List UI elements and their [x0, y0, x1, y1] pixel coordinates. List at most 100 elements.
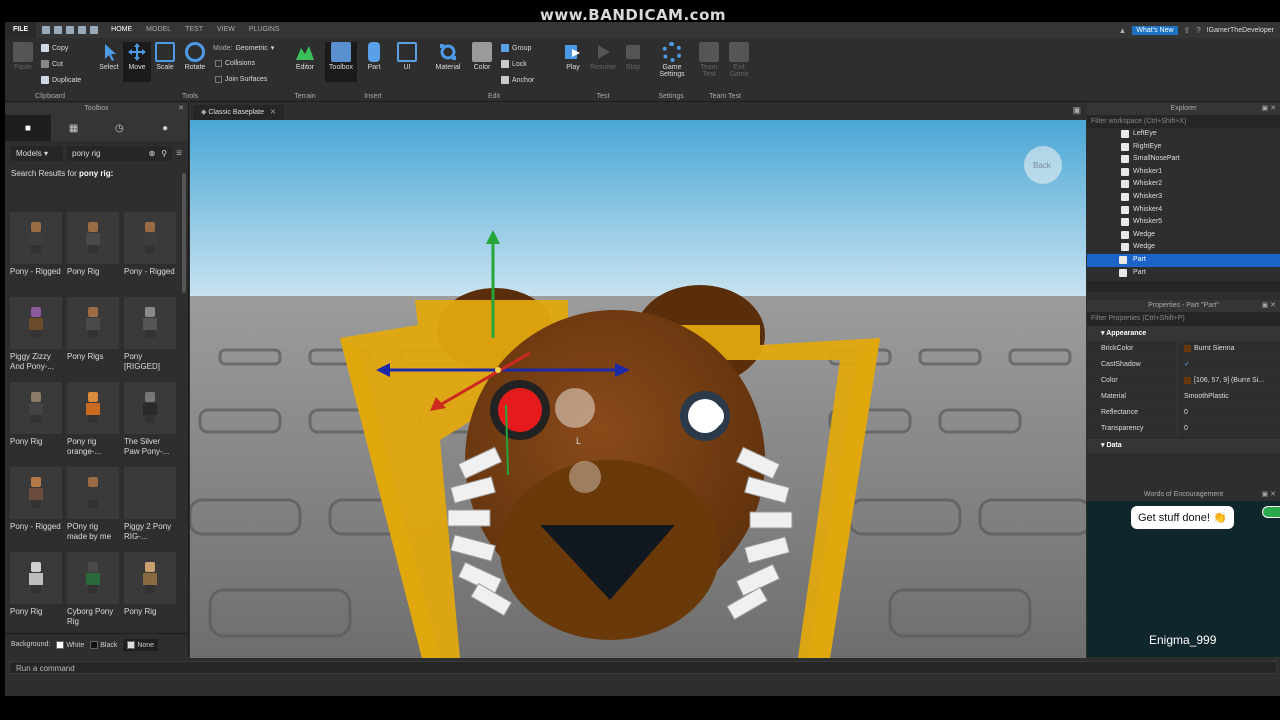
- part-button[interactable]: Part: [360, 42, 388, 71]
- castshadow-checkbox[interactable]: ✓: [1184, 357, 1190, 373]
- join-surfaces-toggle[interactable]: Join Surfaces: [215, 76, 267, 83]
- tab-creations[interactable]: ●: [142, 115, 188, 141]
- tree-item[interactable]: Whisker3: [1087, 191, 1280, 204]
- command-input[interactable]: Run a command: [9, 661, 1277, 674]
- copy-button[interactable]: Copy: [41, 44, 68, 52]
- toolbox-result-item[interactable]: Pony rig orange-...: [67, 382, 119, 467]
- exit-game-button[interactable]: Exit Game: [725, 42, 753, 78]
- run-icon[interactable]: [90, 26, 99, 34]
- toolbox-result-item[interactable]: Pony Rig: [67, 212, 119, 297]
- stop-button[interactable]: Stop: [619, 42, 647, 71]
- appearance-group[interactable]: ▾ Appearance: [1087, 325, 1280, 342]
- select-button[interactable]: Select: [95, 42, 123, 71]
- close-icon[interactable]: ✕: [178, 103, 184, 115]
- team-test-button[interactable]: Team Test: [695, 42, 723, 78]
- property-transparency[interactable]: Transparency 0: [1087, 420, 1280, 438]
- close-icon[interactable]: ✕: [270, 109, 276, 116]
- encouragement-toggle[interactable]: [1262, 506, 1280, 518]
- scale-button[interactable]: Scale: [151, 42, 179, 71]
- tree-item[interactable]: Whisker2: [1087, 178, 1280, 191]
- close-icon[interactable]: ▣ ✕: [1262, 300, 1276, 312]
- material-button[interactable]: Material: [431, 42, 465, 71]
- mode-select[interactable]: Mode: Geometric ▾: [213, 44, 274, 53]
- tree-item-part[interactable]: Part: [1087, 267, 1280, 280]
- anchor-button[interactable]: Anchor: [501, 76, 534, 84]
- clear-icon[interactable]: ⊗: [149, 149, 156, 158]
- property-color[interactable]: Color [106, 57, 9] (Burnt Si...: [1087, 372, 1280, 390]
- tree-item[interactable]: RightEye: [1087, 141, 1280, 154]
- property-material[interactable]: Material SmoothPlastic: [1087, 388, 1280, 406]
- tree-item[interactable]: Whisker5: [1087, 216, 1280, 229]
- toolbox-result-item[interactable]: Pony [RIGGED]: [124, 297, 176, 382]
- toolbox-result-item[interactable]: Pony Rig: [10, 552, 62, 637]
- toolbox-result-item[interactable]: Pony - Rigged: [124, 212, 176, 297]
- tab-plugins[interactable]: PLUGINS: [242, 22, 287, 38]
- toolbox-result-item[interactable]: Pony Rig: [10, 382, 62, 467]
- lock-button[interactable]: Lock: [501, 60, 527, 68]
- color-button[interactable]: Color: [468, 42, 496, 71]
- tree-item-part-selected[interactable]: Part: [1087, 253, 1280, 267]
- toolbox-result-item[interactable]: Pony Rig: [124, 552, 176, 637]
- group-button[interactable]: Group: [501, 44, 531, 52]
- tab-test[interactable]: TEST: [178, 22, 210, 38]
- undo-icon[interactable]: [66, 26, 75, 34]
- publish-icon[interactable]: [54, 26, 63, 34]
- move-button[interactable]: Move: [123, 42, 151, 82]
- tree-item[interactable]: Whisker1: [1087, 166, 1280, 179]
- toolbox-result-item[interactable]: The Silver Paw Pony-...: [124, 382, 176, 467]
- search-icon[interactable]: ⚲: [161, 149, 167, 158]
- back-button[interactable]: Back: [1033, 161, 1051, 170]
- whats-new-button[interactable]: What's New: [1132, 25, 1178, 35]
- ui-button[interactable]: UI: [393, 42, 421, 71]
- cut-button[interactable]: Cut: [41, 60, 63, 68]
- file-menu[interactable]: FILE: [5, 22, 37, 38]
- bg-black-option[interactable]: Black: [90, 640, 117, 649]
- terrain-editor-button[interactable]: Editor: [291, 42, 319, 71]
- help-icon[interactable]: ?: [1196, 26, 1200, 35]
- bg-none-option[interactable]: None: [123, 638, 159, 651]
- tree-item[interactable]: Wedge: [1087, 229, 1280, 242]
- tab-home[interactable]: HOME: [104, 22, 139, 38]
- redo-icon[interactable]: [78, 26, 87, 34]
- tab-view[interactable]: VIEW: [210, 22, 242, 38]
- toolbox-result-item[interactable]: Pony - Rigged: [10, 467, 62, 552]
- property-brickcolor[interactable]: BrickColor Burnt Sienna: [1087, 340, 1280, 358]
- explorer-h-scrollbar[interactable]: [1087, 281, 1280, 293]
- rotate-button[interactable]: Rotate: [181, 42, 209, 71]
- close-icon[interactable]: ▣ ✕: [1262, 489, 1276, 501]
- toolbox-scrollbar[interactable]: [182, 173, 186, 293]
- category-select[interactable]: Models ▾: [11, 145, 63, 161]
- tab-inventory[interactable]: ▦: [51, 115, 97, 141]
- resume-button[interactable]: Resume: [589, 42, 617, 71]
- tab-recent[interactable]: ◷: [97, 115, 143, 141]
- collapse-ribbon-icon[interactable]: ▲: [1118, 26, 1126, 35]
- toolbox-search-input[interactable]: pony rig ⊗ ⚲: [67, 145, 173, 161]
- property-reflectance[interactable]: Reflectance 0: [1087, 404, 1280, 422]
- explorer-filter-input[interactable]: Filter workspace (Ctrl+Shift+X): [1087, 115, 1280, 128]
- paste-button[interactable]: Paste: [9, 42, 37, 71]
- close-icon[interactable]: ▣ ✕: [1262, 103, 1276, 115]
- toolbox-result-item[interactable]: Piggy 2 Pony RIG-...: [124, 467, 176, 552]
- bg-white-option[interactable]: White: [56, 640, 84, 649]
- 3d-viewport[interactable]: Back L: [190, 120, 1086, 658]
- collisions-toggle[interactable]: Collisions: [215, 60, 255, 67]
- toolbox-result-item[interactable]: Cyborg Pony Rig: [67, 552, 119, 637]
- toolbox-result-item[interactable]: POny rig made by me: [67, 467, 119, 552]
- play-button[interactable]: Play: [559, 42, 587, 71]
- tree-item[interactable]: LeftEye: [1087, 128, 1280, 141]
- tab-classic-baseplate[interactable]: ◆ Classic Baseplate ✕: [193, 105, 284, 120]
- toolbox-result-item[interactable]: Pony - Rigged: [10, 212, 62, 297]
- share-icon[interactable]: ⇪: [1184, 26, 1191, 35]
- properties-filter-input[interactable]: Filter Properties (Ctrl+Shift+P): [1087, 312, 1280, 326]
- toolbox-button[interactable]: Toolbox: [325, 42, 357, 82]
- tree-item[interactable]: SmallNosePart: [1087, 153, 1280, 166]
- user-name[interactable]: IGamerTheDeveloper: [1207, 27, 1274, 34]
- tree-item[interactable]: Whisker4: [1087, 204, 1280, 217]
- property-castshadow[interactable]: CastShadow ✓: [1087, 356, 1280, 374]
- toolbox-result-item[interactable]: Pony Rigs: [67, 297, 119, 382]
- save-icon[interactable]: [42, 26, 51, 34]
- game-settings-button[interactable]: Game Settings: [655, 42, 689, 78]
- duplicate-button[interactable]: Duplicate: [41, 76, 81, 84]
- data-group[interactable]: ▾ Data: [1087, 437, 1280, 454]
- tree-item[interactable]: Wedge: [1087, 241, 1280, 254]
